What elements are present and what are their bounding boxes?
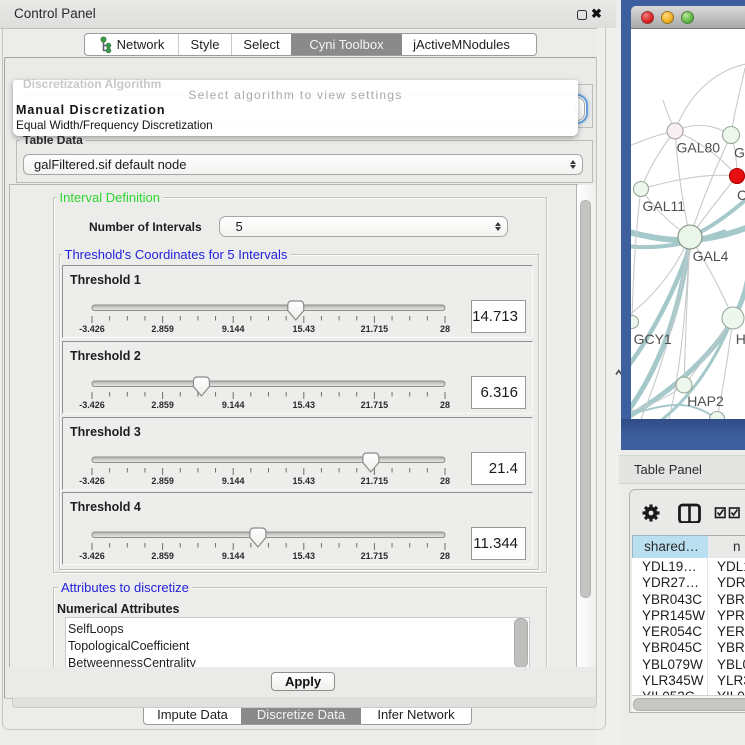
svg-text:GAL80: GAL80 [677, 140, 721, 156]
svg-text:HAP2: HAP2 [687, 393, 724, 409]
svg-text:C: C [737, 187, 745, 203]
svg-text:GAL11: GAL11 [643, 198, 686, 214]
svg-text:GA: GA [734, 144, 745, 160]
svg-text:GAL4: GAL4 [693, 248, 729, 264]
svg-text:H: H [736, 331, 745, 347]
svg-text:GCY1: GCY1 [634, 331, 672, 347]
